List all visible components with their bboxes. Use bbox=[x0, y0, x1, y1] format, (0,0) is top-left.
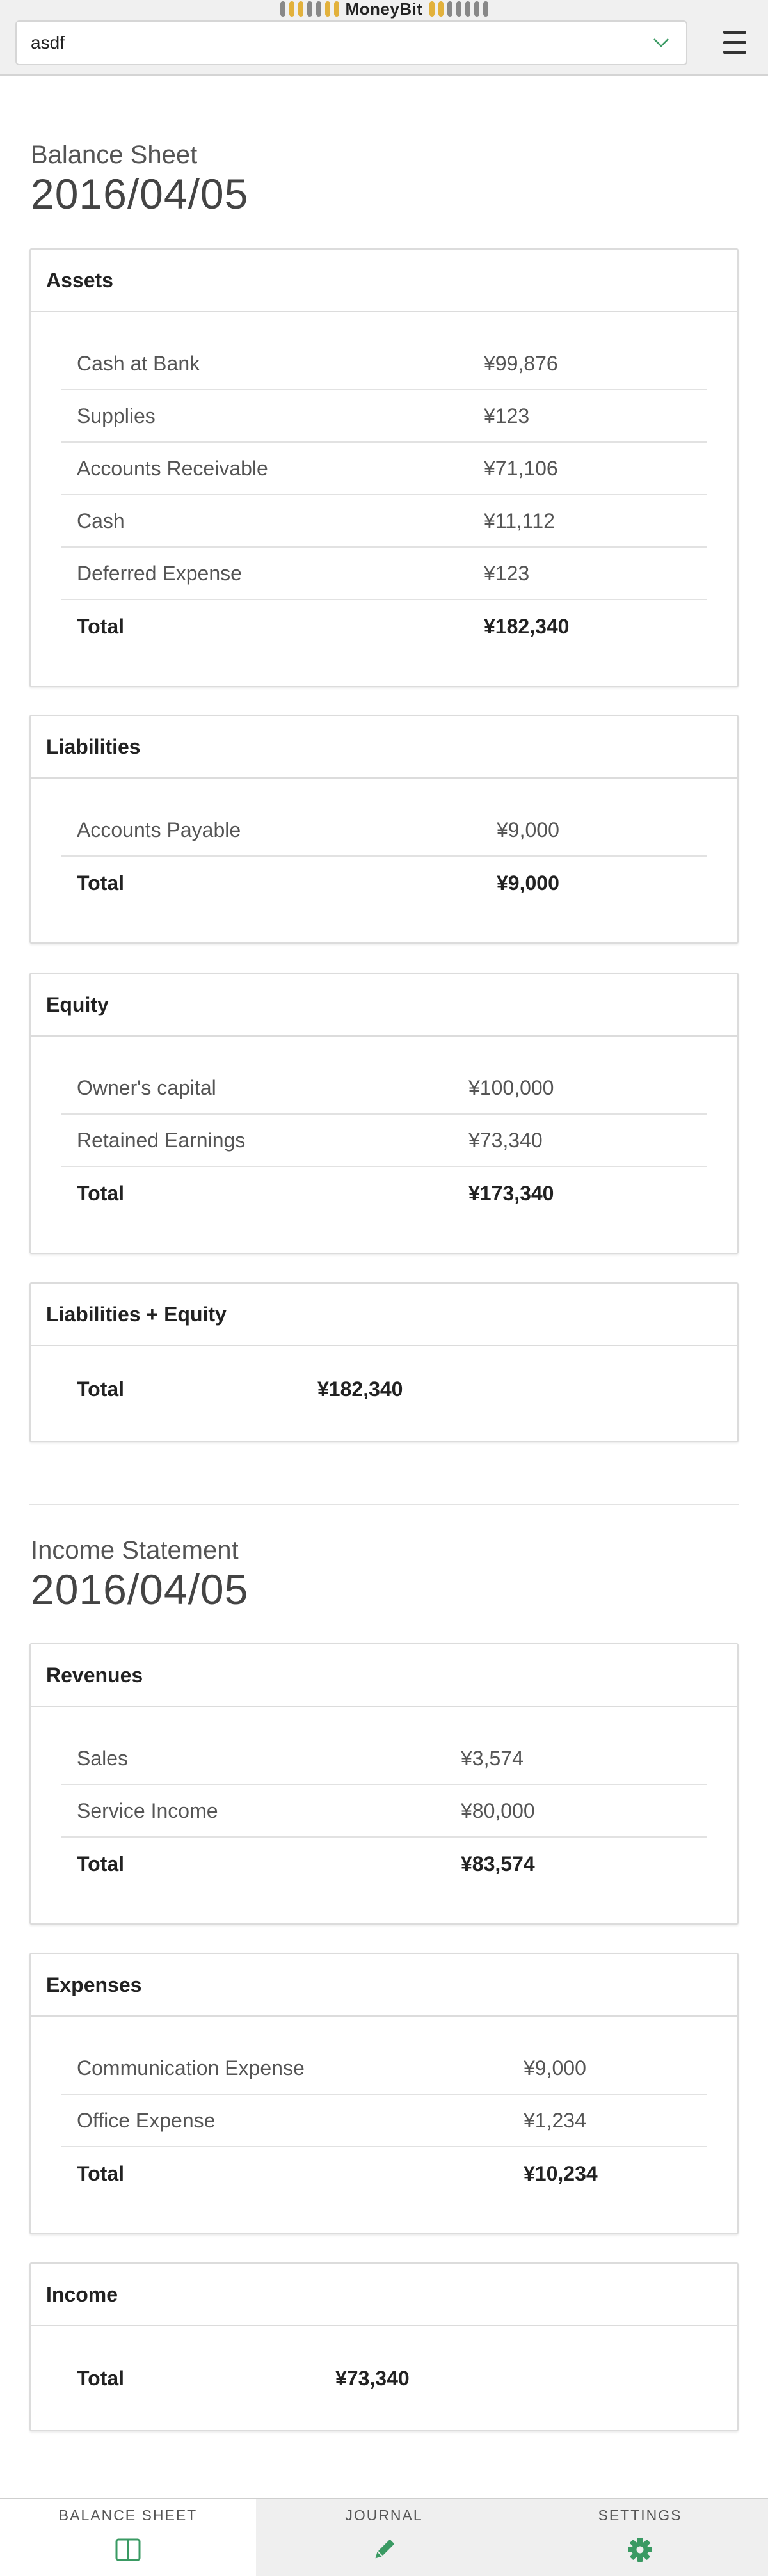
tab-journal-label: JOURNAL bbox=[345, 2507, 423, 2524]
pencil-icon bbox=[370, 2536, 398, 2564]
account-name: Deferred Expense bbox=[77, 561, 242, 585]
total-label: Total bbox=[77, 1377, 125, 1401]
book-selector-value: asdf bbox=[31, 33, 65, 52]
revenues-header: Revenues bbox=[31, 1644, 737, 1707]
account-name: Office Expense bbox=[77, 2108, 216, 2132]
tab-settings-label: SETTINGS bbox=[598, 2507, 682, 2524]
account-name: Service Income bbox=[77, 1799, 218, 1822]
account-name: Accounts Payable bbox=[77, 818, 241, 841]
total-label: Total bbox=[77, 614, 125, 638]
tab-settings[interactable]: SETTINGS bbox=[512, 2499, 768, 2576]
total-amount: ¥182,340 bbox=[484, 614, 570, 638]
table-row: Communication Expense ¥9,000 bbox=[61, 2042, 707, 2095]
income-panel: Income Total ¥73,340 bbox=[29, 2262, 739, 2431]
chevron-down-icon bbox=[650, 32, 672, 54]
income-statement-heading: Income Statement 2016/04/05 bbox=[31, 1535, 248, 1613]
balance-sheet-heading: Balance Sheet 2016/04/05 bbox=[31, 139, 248, 218]
account-name: Communication Expense bbox=[77, 2056, 305, 2079]
income-statement-date: 2016/04/05 bbox=[31, 1566, 249, 1613]
total-label: Total bbox=[77, 1852, 125, 1875]
table-row: Deferred Expense ¥123 bbox=[61, 548, 707, 600]
account-amount: ¥9,000 bbox=[497, 818, 559, 841]
total-amount: ¥83,574 bbox=[461, 1852, 535, 1875]
table-row: Office Expense ¥1,234 bbox=[61, 2095, 707, 2147]
account-amount: ¥73,340 bbox=[468, 1128, 543, 1152]
account-name: Supplies bbox=[77, 404, 156, 427]
expenses-header: Expenses bbox=[31, 1954, 737, 2017]
account-amount: ¥123 bbox=[484, 561, 530, 585]
total-label: Total bbox=[77, 1181, 125, 1205]
total-row: Total ¥182,340 bbox=[61, 1363, 707, 1415]
equity-header: Equity bbox=[31, 974, 737, 1037]
tab-balance-sheet-label: BALANCE SHEET bbox=[58, 2507, 198, 2524]
balance-sheet-title: Balance Sheet bbox=[31, 141, 198, 169]
table-row: Retained Earnings ¥73,340 bbox=[61, 1115, 707, 1167]
account-name: Sales bbox=[77, 1746, 129, 1770]
liabilities-equity-panel: Liabilities + Equity Total ¥182,340 bbox=[29, 1282, 739, 1442]
total-label: Total bbox=[77, 871, 125, 894]
revenues-panel: Revenues Sales ¥3,574 Service Income ¥80,0… bbox=[29, 1643, 739, 1925]
total-row: Total ¥83,574 bbox=[61, 1838, 707, 1890]
table-row: Supplies ¥123 bbox=[61, 390, 707, 443]
top-bar: MoneyBit asdf bbox=[0, 0, 768, 76]
table-row: Cash ¥11,112 bbox=[61, 495, 707, 548]
brand-name: MoneyBit bbox=[345, 0, 423, 19]
brand-logo-left bbox=[280, 1, 339, 17]
table-row: Owner's capital ¥100,000 bbox=[61, 1062, 707, 1115]
table-row: Service Income ¥80,000 bbox=[61, 1785, 707, 1838]
bottom-nav: BALANCE SHEET JOURNAL SETTINGS bbox=[0, 2498, 768, 2576]
hamburger-menu-icon[interactable] bbox=[719, 28, 750, 56]
tab-balance-sheet[interactable]: BALANCE SHEET bbox=[0, 2499, 256, 2576]
section-divider bbox=[29, 1504, 739, 1505]
account-amount: ¥80,000 bbox=[461, 1799, 535, 1822]
tab-journal[interactable]: JOURNAL bbox=[256, 2499, 512, 2576]
account-amount: ¥99,876 bbox=[484, 351, 558, 375]
equity-panel: Equity Owner's capital ¥100,000 Retained … bbox=[29, 973, 739, 1254]
liabilities-equity-header: Liabilities + Equity bbox=[31, 1284, 737, 1346]
total-label: Total bbox=[77, 2161, 125, 2185]
account-amount: ¥1,234 bbox=[524, 2108, 586, 2132]
total-row: Total ¥73,340 bbox=[61, 2352, 707, 2405]
account-amount: ¥3,574 bbox=[461, 1746, 524, 1770]
account-amount: ¥123 bbox=[484, 404, 530, 427]
liabilities-panel: Liabilities Accounts Payable ¥9,000 Total… bbox=[29, 715, 739, 944]
brand-logo-right bbox=[429, 1, 488, 17]
assets-panel: Assets Cash at Bank ¥99,876 Supplies ¥123 … bbox=[29, 248, 739, 687]
account-name: Retained Earnings bbox=[77, 1128, 246, 1152]
table-row: Accounts Receivable ¥71,106 bbox=[61, 443, 707, 495]
account-amount: ¥71,106 bbox=[484, 456, 558, 480]
gear-icon bbox=[626, 2536, 654, 2564]
account-amount: ¥11,112 bbox=[484, 509, 555, 532]
balance-sheet-date: 2016/04/05 bbox=[31, 170, 249, 218]
assets-header: Assets bbox=[31, 250, 737, 312]
table-row: Cash at Bank ¥99,876 bbox=[61, 338, 707, 390]
total-row: Total ¥10,234 bbox=[61, 2147, 707, 2200]
account-name: Accounts Receivable bbox=[77, 456, 268, 480]
table-row: Sales ¥3,574 bbox=[61, 1733, 707, 1785]
table-row: Accounts Payable ¥9,000 bbox=[61, 804, 707, 857]
book-selector[interactable]: asdf bbox=[15, 20, 687, 65]
total-amount: ¥73,340 bbox=[335, 2366, 410, 2390]
total-row: Total ¥173,340 bbox=[61, 1167, 707, 1220]
income-header: Income bbox=[31, 2264, 737, 2326]
total-row: Total ¥182,340 bbox=[61, 600, 707, 653]
columns-icon bbox=[114, 2536, 142, 2564]
total-amount: ¥173,340 bbox=[468, 1181, 554, 1205]
total-amount: ¥9,000 bbox=[497, 871, 559, 894]
account-amount: ¥100,000 bbox=[468, 1076, 554, 1099]
account-name: Cash at Bank bbox=[77, 351, 200, 375]
liabilities-header: Liabilities bbox=[31, 716, 737, 779]
income-statement-title: Income Statement bbox=[31, 1536, 239, 1564]
total-amount: ¥182,340 bbox=[317, 1377, 403, 1401]
account-name: Owner's capital bbox=[77, 1076, 216, 1099]
expenses-panel: Expenses Communication Expense ¥9,000 Off… bbox=[29, 1953, 739, 2234]
total-label: Total bbox=[77, 2366, 125, 2390]
account-amount: ¥9,000 bbox=[524, 2056, 586, 2079]
account-name: Cash bbox=[77, 509, 125, 532]
total-amount: ¥10,234 bbox=[524, 2161, 598, 2185]
brand-bar: MoneyBit bbox=[0, 0, 768, 19]
total-row: Total ¥9,000 bbox=[61, 857, 707, 909]
